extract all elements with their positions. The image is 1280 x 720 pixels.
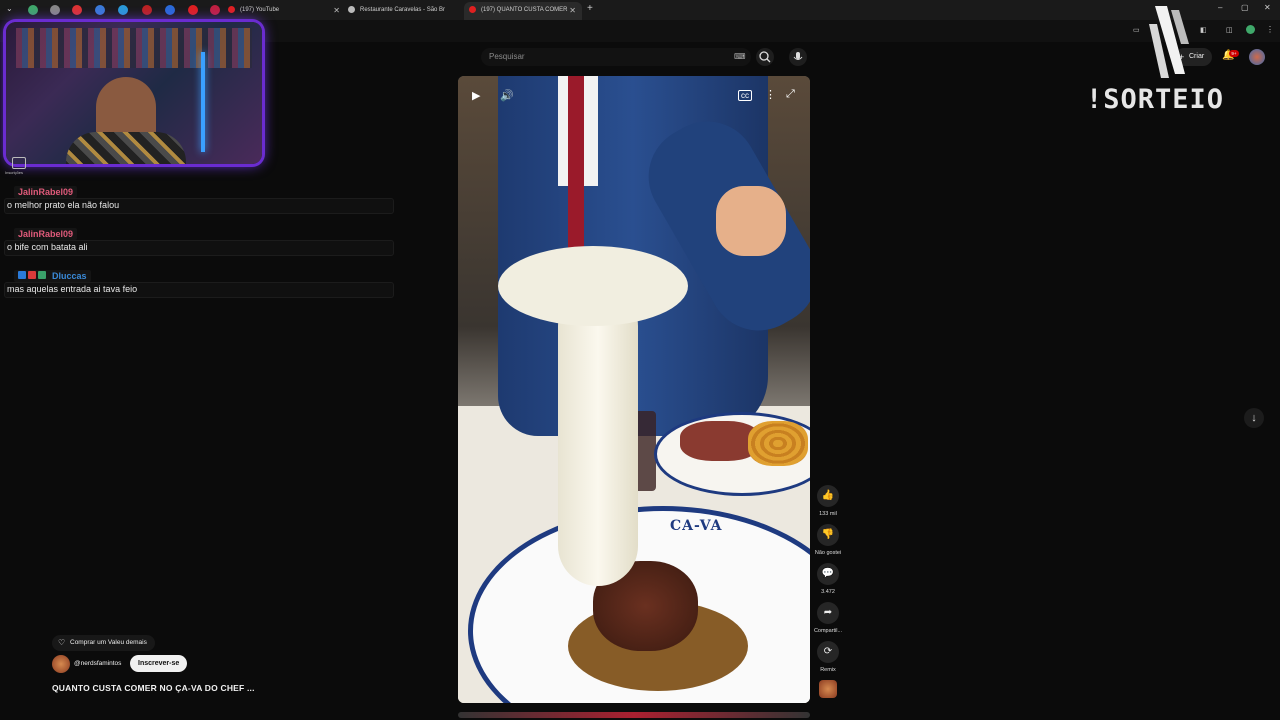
badge-icon (38, 271, 46, 279)
volume-icon[interactable]: 🔊 (500, 89, 514, 102)
dislike-button[interactable]: 👎 (817, 524, 839, 546)
captions-icon[interactable]: cc (738, 90, 752, 101)
search-button[interactable] (756, 48, 774, 66)
chat-text: o bife com batata ali (7, 242, 88, 252)
more-options-icon[interactable]: ⋮ (765, 88, 776, 101)
chat-text: mas aquelas entrada ai tava feio (7, 284, 138, 294)
comments-button[interactable]: 💬 (817, 563, 839, 585)
voice-search-button[interactable] (789, 48, 807, 66)
youtube-icon (469, 5, 476, 13)
chat-message: JalinRabel09 o bife com batata ali (4, 228, 394, 256)
streamer-logo-icon (1149, 6, 1189, 78)
next-video-preview[interactable] (458, 712, 810, 718)
new-tab-button[interactable]: + (587, 3, 593, 14)
share-label: Compartil... (813, 628, 843, 634)
extensions-icon[interactable]: ◧ (1200, 26, 1207, 34)
aligot-cheese (558, 286, 638, 586)
menu-dots-icon[interactable]: ⋮ (1266, 25, 1274, 34)
arrow-down-icon: ↓ (1251, 412, 1257, 424)
minimize-button[interactable]: – (1218, 3, 1222, 12)
badge-icon (18, 271, 26, 279)
subscribe-button[interactable]: Inscrever-se (130, 655, 188, 672)
keyboard-icon[interactable]: ⌨ (734, 52, 746, 61)
next-video-button[interactable]: ↓ (1244, 408, 1264, 428)
neon-light (201, 52, 205, 152)
tab-search-icon[interactable]: ⌄ (6, 4, 13, 13)
microphone-icon (793, 52, 803, 60)
tab-restaurante[interactable]: Restaurante Caravelas - São Br (348, 2, 460, 20)
chat-message: JalinRabel09 o melhor prato ela não falo… (4, 186, 394, 214)
maximize-button[interactable]: ▢ (1241, 3, 1249, 12)
heart-icon: ♡ (58, 638, 66, 647)
play-icon[interactable]: ▶ (472, 89, 480, 102)
search-icon (759, 51, 771, 63)
pinned-tab-icon[interactable] (188, 5, 198, 15)
cast-icon[interactable]: ▭ (1133, 26, 1140, 34)
thumbs-down-icon: 👎 (821, 529, 835, 540)
tab-youtube[interactable]: (197) YouTube ✕ (228, 2, 346, 20)
badge-icon (28, 271, 36, 279)
pinned-tab-icon[interactable] (165, 5, 175, 15)
close-tab-icon[interactable]: ✕ (333, 2, 340, 19)
like-count: 133 mil (819, 511, 837, 517)
pinned-tab-icon[interactable] (28, 5, 38, 15)
tab-active-video[interactable]: (197) QUANTO CUSTA COMER ✕ (464, 2, 582, 20)
remix-button[interactable]: ⟳ (817, 641, 839, 663)
remix-label: Remix (820, 667, 836, 673)
shelf-background (16, 28, 252, 68)
chat-text: o melhor prato ela não falou (7, 200, 120, 210)
search-input[interactable]: Pesquisar (481, 48, 751, 66)
remix-icon: ⟳ (823, 646, 833, 657)
subscriptions-label[interactable]: Inscrições (5, 170, 23, 175)
buy-thanks-button[interactable]: ♡ Comprar um Valeu demais (52, 635, 155, 651)
pinned-tab-icon[interactable] (72, 5, 82, 15)
share-button[interactable]: ➦ (817, 602, 839, 624)
pinned-tab-icon[interactable] (95, 5, 105, 15)
thumbs-up-icon: 👍 (821, 490, 835, 501)
notification-badge: 9+ (1229, 50, 1239, 57)
chat-message: Dluccas mas aquelas entrada ai tava feio (4, 270, 394, 298)
fullscreen-icon[interactable]: ⤢ (786, 88, 795, 101)
pinned-tab-icon[interactable] (210, 5, 220, 15)
streamer-shirt (66, 132, 186, 164)
close-tab-icon[interactable]: ✕ (569, 2, 576, 19)
pinned-tab-icon[interactable] (50, 5, 60, 15)
plate-logo-text: CA-VA (670, 518, 723, 534)
channel-name[interactable]: @nerdsfamintos (74, 660, 121, 667)
comment-icon: 💬 (821, 568, 835, 579)
extension-avatar-icon[interactable] (1246, 25, 1255, 34)
extension-icon[interactable]: ◫ (1226, 26, 1233, 34)
chat-username[interactable]: JalinRabel09 (14, 186, 78, 198)
comment-count: 3.472 (821, 589, 835, 595)
browser-tab-strip: ⌄ (197) YouTube ✕ Restaurante Caravelas … (0, 0, 1280, 20)
channel-avatar[interactable] (52, 655, 70, 673)
chat-username[interactable]: JalinRabel09 (14, 228, 78, 240)
subscriptions-icon[interactable] (12, 157, 26, 169)
share-icon: ➦ (823, 607, 833, 618)
streamer-webcam (6, 22, 262, 164)
dislike-label: Não gostei (814, 550, 842, 556)
video-title[interactable]: QUANTO CUSTA COMER NO ÇA-VA DO CHEF ... (52, 683, 255, 693)
like-button[interactable]: 👍 (817, 485, 839, 507)
pinned-tab-icon[interactable] (142, 5, 152, 15)
shorts-video-player[interactable]: CA-VA ▶ 🔊 cc ⋮ ⤢ (458, 76, 810, 703)
youtube-icon (228, 5, 235, 13)
profile-avatar[interactable] (1249, 49, 1265, 65)
globe-icon (348, 5, 355, 13)
sorteio-overlay-text: !SORTEIO (1086, 84, 1225, 115)
close-window-button[interactable]: ✕ (1264, 3, 1271, 12)
pinned-tab-icon[interactable] (118, 5, 128, 15)
audio-thumbnail[interactable] (819, 680, 837, 698)
